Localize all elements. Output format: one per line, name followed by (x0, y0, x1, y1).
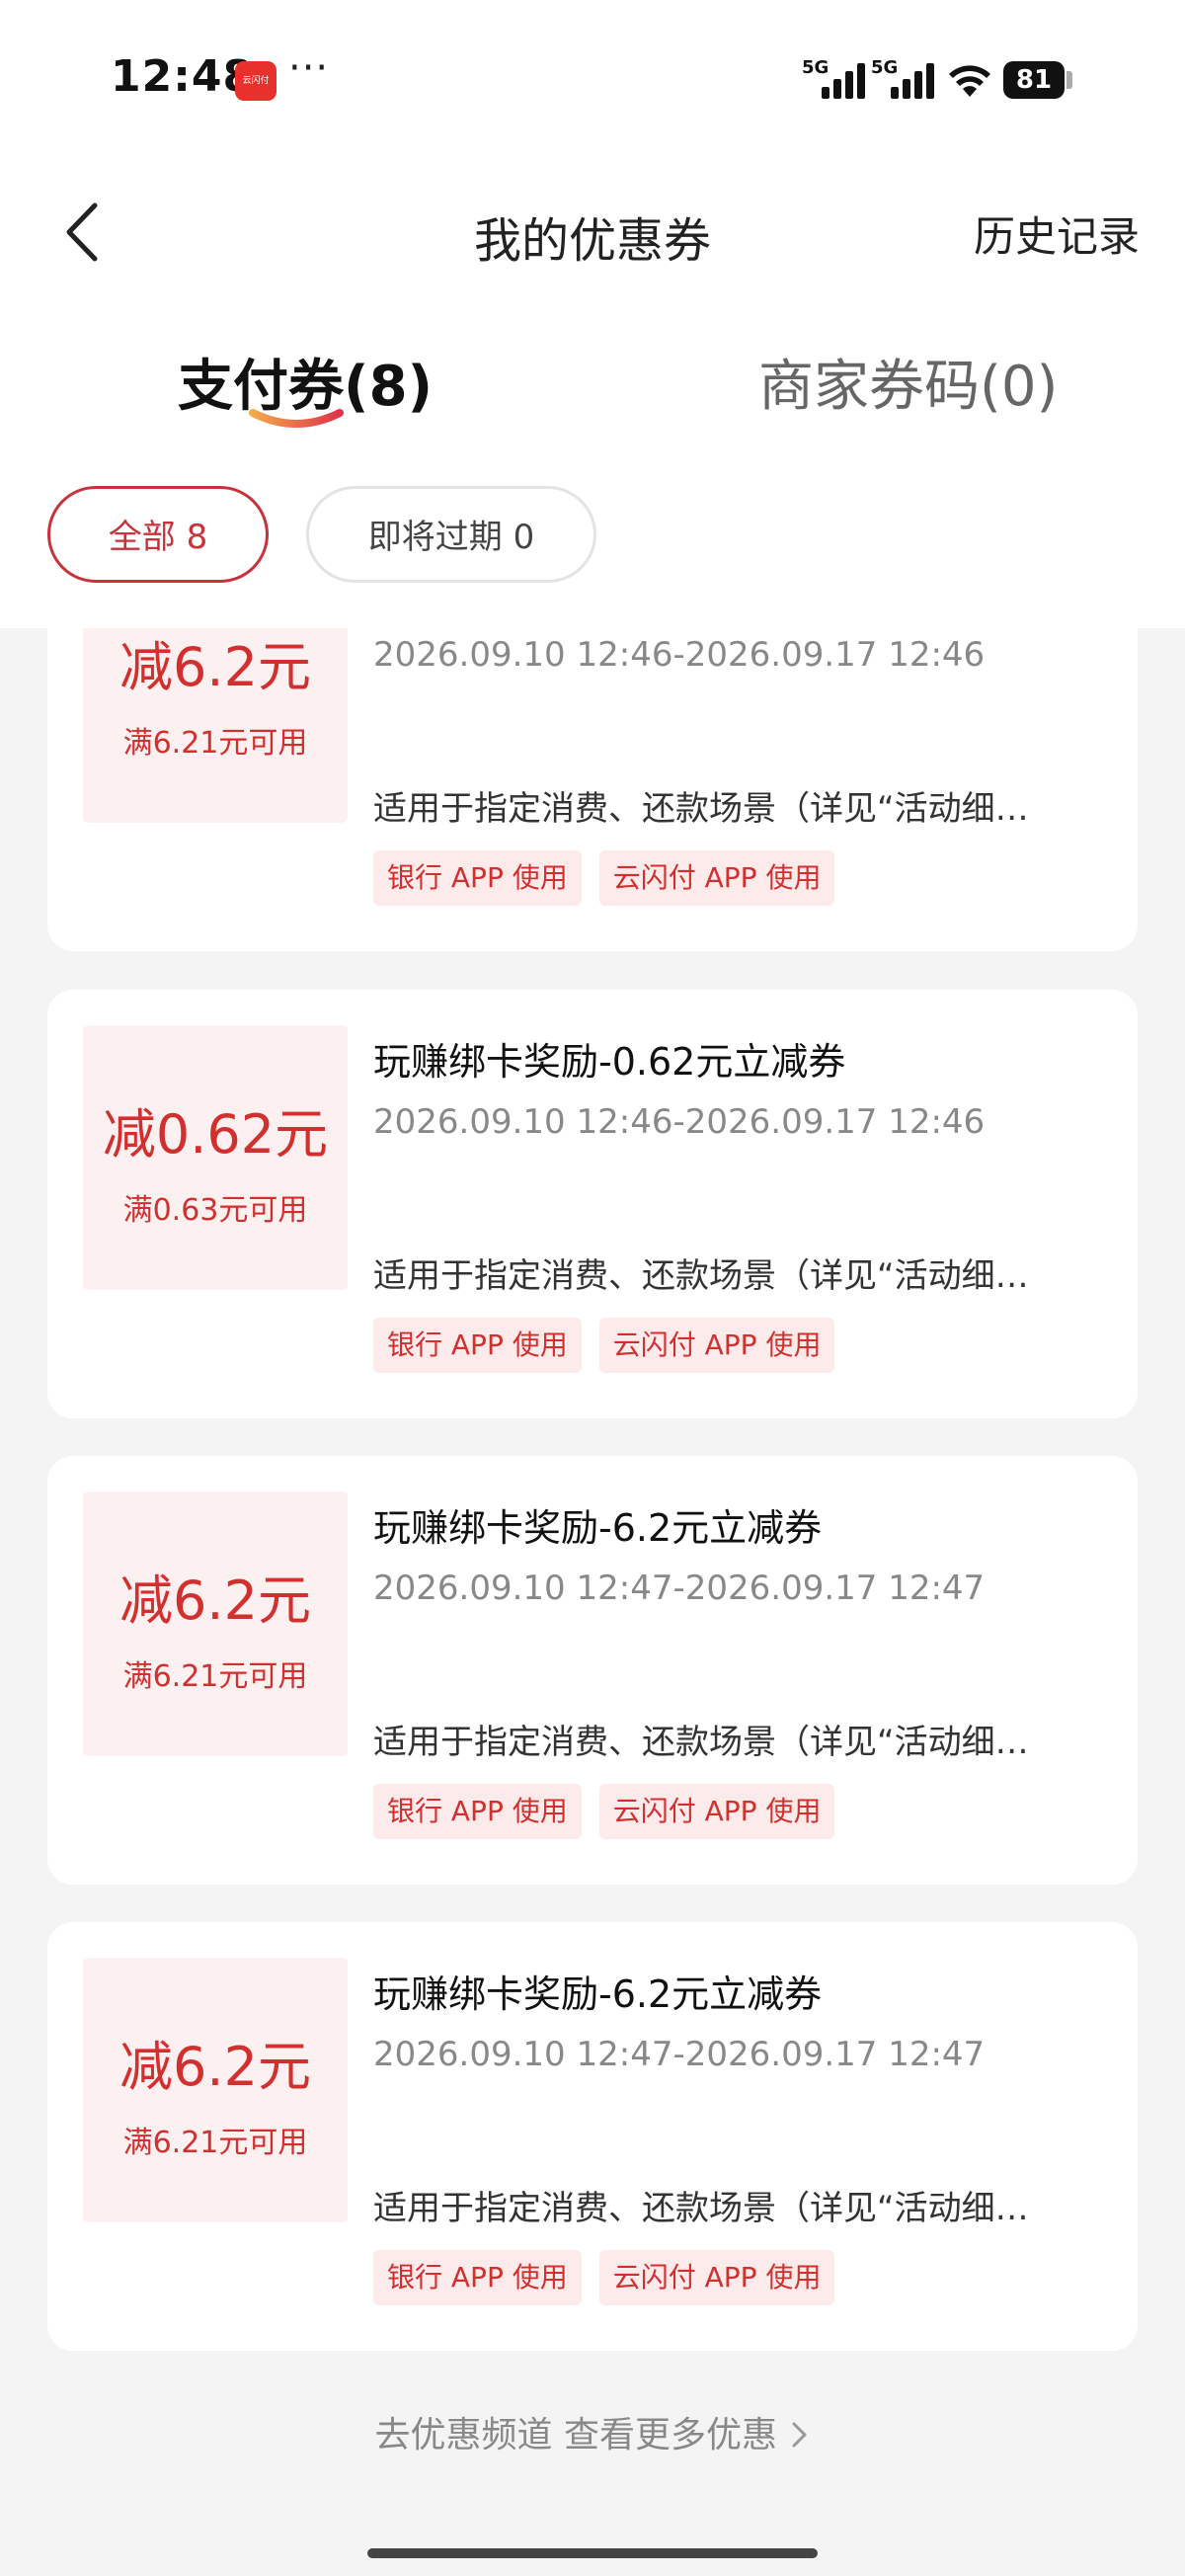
coupon-list[interactable]: 减6.2元 满6.21元可用 2026.09.10 12:46-2026.09.… (0, 628, 1185, 2509)
coupon-min-spend: 满6.21元可用 (122, 2126, 308, 2160)
tag-unionpay-app: 云闪付 APP 使用 (598, 2250, 835, 2305)
status-bar: 12:48 云闪付 ··· 5G 5G 81 (0, 0, 1185, 158)
tag-unionpay-app: 云闪付 APP 使用 (598, 850, 835, 906)
coupon-amount-box: 减6.2元 满6.21元可用 (83, 1491, 348, 1756)
coupon-tags: 银行 APP 使用 云闪付 APP 使用 (373, 1784, 852, 1839)
status-time: 12:48 (111, 51, 255, 102)
coupon-validity: 2026.09.10 12:46-2026.09.17 12:46 (373, 1102, 986, 1142)
app-notification-icon: 云闪付 (235, 61, 276, 101)
filter-all-chip[interactable]: 全部 8 (47, 486, 269, 583)
coupon-card[interactable]: 减6.2元 满6.21元可用 玩赚绑卡奖励-6.2元立减券 2026.09.10… (47, 1456, 1138, 1885)
coupon-amount: 减6.2元 (119, 2036, 311, 2098)
coupon-amount: 减0.62元 (102, 1103, 329, 1166)
tag-unionpay-app: 云闪付 APP 使用 (598, 1318, 835, 1373)
tag-bank-app: 银行 APP 使用 (373, 1784, 582, 1839)
coupon-tags: 银行 APP 使用 云闪付 APP 使用 (373, 1318, 852, 1373)
coupon-name: 玩赚绑卡奖励-6.2元立减券 (373, 1506, 823, 1550)
coupon-tabs: 支付券(8) 商家券码(0) (0, 306, 1185, 454)
history-records-link[interactable]: 历史记录 (974, 203, 1140, 264)
coupon-name: 玩赚绑卡奖励-0.62元立减券 (373, 1040, 846, 1084)
signal-1-icon: 5G (802, 57, 867, 101)
wifi-icon (949, 65, 990, 97)
tab-merchant-codes[interactable]: 商家券码(0) (758, 342, 1058, 422)
coupon-min-spend: 满6.21元可用 (122, 726, 308, 761)
coupon-amount-box: 减0.62元 满0.63元可用 (83, 1025, 348, 1290)
tag-bank-app: 银行 APP 使用 (373, 850, 582, 906)
signal-2-icon: 5G (871, 57, 936, 101)
battery-nub (1066, 71, 1072, 89)
chevron-right-icon (792, 2422, 807, 2448)
nav-header: 我的优惠券 历史记录 (0, 158, 1185, 306)
coupon-scene: 适用于指定消费、还款场景（详见“活动细… (373, 1256, 1029, 1296)
coupon-validity: 2026.09.10 12:47-2026.09.17 12:47 (373, 1569, 986, 1608)
more-offers-label: 去优惠频道 查看更多优惠 (374, 2415, 777, 2455)
coupon-validity: 2026.09.10 12:46-2026.09.17 12:46 (373, 635, 986, 675)
coupon-min-spend: 满6.21元可用 (122, 1659, 308, 1694)
coupon-scene: 适用于指定消费、还款场景（详见“活动细… (373, 2189, 1029, 2228)
tag-bank-app: 银行 APP 使用 (373, 1318, 582, 1373)
coupon-card[interactable]: 减0.62元 满0.63元可用 玩赚绑卡奖励-0.62元立减券 2026.09.… (47, 990, 1138, 1418)
battery-icon: 81 (1003, 61, 1065, 99)
coupon-name: 玩赚绑卡奖励-6.2元立减券 (373, 1972, 823, 2016)
coupon-min-spend: 满0.63元可用 (122, 1193, 308, 1228)
coupon-amount-box: 减6.2元 满6.21元可用 (83, 1958, 348, 2222)
coupon-tags: 银行 APP 使用 云闪付 APP 使用 (373, 2250, 852, 2305)
coupon-card[interactable]: 减6.2元 满6.21元可用 玩赚绑卡奖励-6.2元立减券 2026.09.10… (47, 1922, 1138, 2351)
coupon-amount: 减6.2元 (119, 1570, 311, 1632)
active-tab-indicator (249, 409, 344, 428)
coupon-scene: 适用于指定消费、还款场景（详见“活动细… (373, 789, 1029, 829)
more-offers-link[interactable]: 去优惠频道 查看更多优惠 (0, 2406, 1185, 2457)
overflow-dots-icon: ··· (288, 45, 330, 91)
coupon-validity: 2026.09.10 12:47-2026.09.17 12:47 (373, 2035, 986, 2074)
home-indicator[interactable] (367, 2548, 818, 2558)
tag-bank-app: 银行 APP 使用 (373, 2250, 582, 2305)
coupon-card[interactable]: 减6.2元 满6.21元可用 2026.09.10 12:46-2026.09.… (47, 628, 1138, 951)
filter-chips: 全部 8 即将过期 0 (0, 454, 1185, 628)
coupon-tags: 银行 APP 使用 云闪付 APP 使用 (373, 850, 852, 906)
coupon-amount-box: 减6.2元 满6.21元可用 (83, 628, 348, 823)
coupon-amount: 减6.2元 (119, 636, 311, 698)
filter-expiring-chip[interactable]: 即将过期 0 (306, 486, 596, 583)
tag-unionpay-app: 云闪付 APP 使用 (598, 1784, 835, 1839)
coupon-scene: 适用于指定消费、还款场景（详见“活动细… (373, 1723, 1029, 1762)
